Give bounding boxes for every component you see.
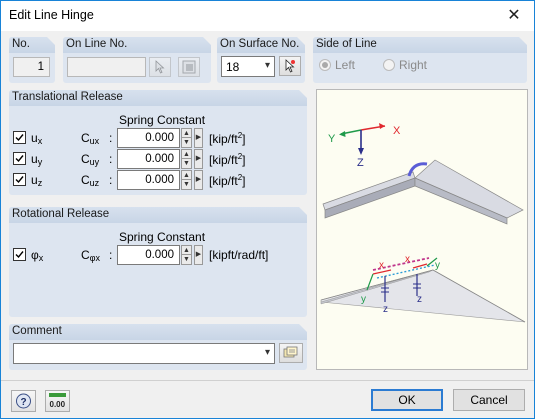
cphix-label: Cφx xyxy=(81,248,101,263)
check-icon xyxy=(15,176,24,184)
units-icon: 0.00 xyxy=(49,393,66,409)
comment-label: Comment xyxy=(12,325,62,337)
rot-spring-constant-header: Spring Constant xyxy=(119,230,206,244)
check-icon xyxy=(15,155,24,163)
on-line-label: On Line No. xyxy=(66,38,128,50)
check-icon xyxy=(15,134,24,142)
cux-unit: [kip/ft2] xyxy=(209,131,246,146)
on-surface-select[interactable]: 18 ▾ xyxy=(221,56,275,77)
cuz-spinner[interactable]: ▲ ▼ xyxy=(181,170,192,190)
local-x-label-1: x xyxy=(379,260,384,271)
on-line-field xyxy=(67,57,146,77)
cancel-button[interactable]: Cancel xyxy=(453,389,525,411)
cuz-label: Cuz xyxy=(81,173,100,188)
local-z-label-2: z xyxy=(417,294,422,305)
cuz-menu-arrow[interactable]: ▶ xyxy=(194,170,203,190)
uz-checkbox[interactable] xyxy=(13,173,26,186)
cuy-input[interactable]: 0.000 xyxy=(117,149,180,169)
comment-input[interactable]: ▾ xyxy=(13,343,275,364)
comment-library-button[interactable] xyxy=(279,343,303,363)
on-surface-label: On Surface No. xyxy=(220,38,300,50)
local-y-label-1: y xyxy=(361,294,366,305)
cux-input[interactable]: 0.000 xyxy=(117,128,180,148)
cphix-spinner[interactable]: ▲ ▼ xyxy=(181,245,192,265)
spring-constant-header: Spring Constant xyxy=(119,113,206,127)
dialog-footer: ? 0.00 OK Cancel xyxy=(1,380,534,418)
select-line-button[interactable] xyxy=(178,57,200,77)
select-window-icon xyxy=(182,60,196,74)
cuz-input[interactable]: 0.000 xyxy=(117,170,180,190)
units-button[interactable]: 0.00 xyxy=(45,390,70,412)
phix-checkbox[interactable] xyxy=(13,248,26,261)
translational-label: Translational Release xyxy=(12,91,123,103)
axis-z-label: Z xyxy=(357,157,364,169)
cux-menu-arrow[interactable]: ▶ xyxy=(194,128,203,148)
group-side-of-line: Side of Line Left Right xyxy=(313,37,527,83)
side-left-label: Left xyxy=(335,58,356,72)
axis-x-label: X xyxy=(393,125,401,137)
pick-cursor-icon xyxy=(285,59,295,73)
no-label: No. xyxy=(12,38,30,50)
check-icon xyxy=(15,251,24,259)
cuz-unit: [kip/ft2] xyxy=(209,173,246,188)
side-right-label: Right xyxy=(399,58,428,72)
hinge-diagram: X Y Z x y z x y z xyxy=(320,123,526,323)
local-x-label-2: x xyxy=(405,254,410,265)
side-of-line-label: Side of Line xyxy=(316,38,377,50)
cphix-input[interactable]: 0.000 xyxy=(117,245,180,265)
uy-checkbox[interactable] xyxy=(13,152,26,165)
group-on-surface: On Surface No. 18 ▾ xyxy=(217,37,305,83)
side-left-radio[interactable] xyxy=(319,59,331,71)
pick-line-button[interactable] xyxy=(149,57,171,77)
window-title: Edit Line Hinge xyxy=(9,8,94,22)
side-right-radio[interactable] xyxy=(383,59,395,71)
on-surface-value: 18 xyxy=(226,60,240,74)
pick-surface-button[interactable] xyxy=(279,56,301,76)
ux-checkbox[interactable] xyxy=(13,131,26,144)
hinge-preview-image: X Y Z x y z x y z xyxy=(316,89,528,370)
dialog-window: Edit Line Hinge ✕ No. 1 On Line No. On S… xyxy=(0,0,535,419)
local-y-label-2: y xyxy=(435,260,440,271)
comment-library-icon xyxy=(283,346,298,358)
axis-y-label: Y xyxy=(328,133,336,145)
cux-label: Cux xyxy=(81,131,100,146)
no-field: 1 xyxy=(13,57,50,77)
uz-label: uz xyxy=(31,173,43,188)
close-icon[interactable]: ✕ xyxy=(494,1,534,31)
local-z-label-1: z xyxy=(383,304,388,315)
chevron-down-icon: ▾ xyxy=(264,60,270,71)
group-rotational-release: Rotational Release Spring Constant φx Cφ… xyxy=(9,207,307,317)
group-translational-release: Translational Release Spring Constant ux… xyxy=(9,90,307,195)
group-comment: Comment ▾ xyxy=(9,324,307,370)
pick-cursor-icon xyxy=(155,60,165,74)
rotational-label: Rotational Release xyxy=(12,208,110,220)
chevron-down-icon: ▾ xyxy=(264,347,270,358)
cphix-unit: [kipft/rad/ft] xyxy=(209,248,269,262)
title-bar: Edit Line Hinge ✕ xyxy=(1,1,534,31)
help-button[interactable]: ? xyxy=(11,390,36,412)
no-value: 1 xyxy=(37,61,44,73)
cuy-menu-arrow[interactable]: ▶ xyxy=(194,149,203,169)
group-no: No. 1 xyxy=(9,37,55,83)
cphix-menu-arrow[interactable]: ▶ xyxy=(194,245,203,265)
cuy-unit: [kip/ft2] xyxy=(209,152,246,167)
svg-text:?: ? xyxy=(21,397,27,408)
cuy-label: Cuy xyxy=(81,152,100,167)
uy-label: uy xyxy=(31,152,43,167)
cuy-spinner[interactable]: ▲ ▼ xyxy=(181,149,192,169)
ux-label: ux xyxy=(31,131,43,146)
help-icon: ? xyxy=(16,393,31,409)
svg-text:0.00: 0.00 xyxy=(50,400,66,409)
phix-label: φx xyxy=(31,248,44,263)
ok-button[interactable]: OK xyxy=(371,389,443,411)
cux-spinner[interactable]: ▲ ▼ xyxy=(181,128,192,148)
group-on-line: On Line No. xyxy=(63,37,211,83)
